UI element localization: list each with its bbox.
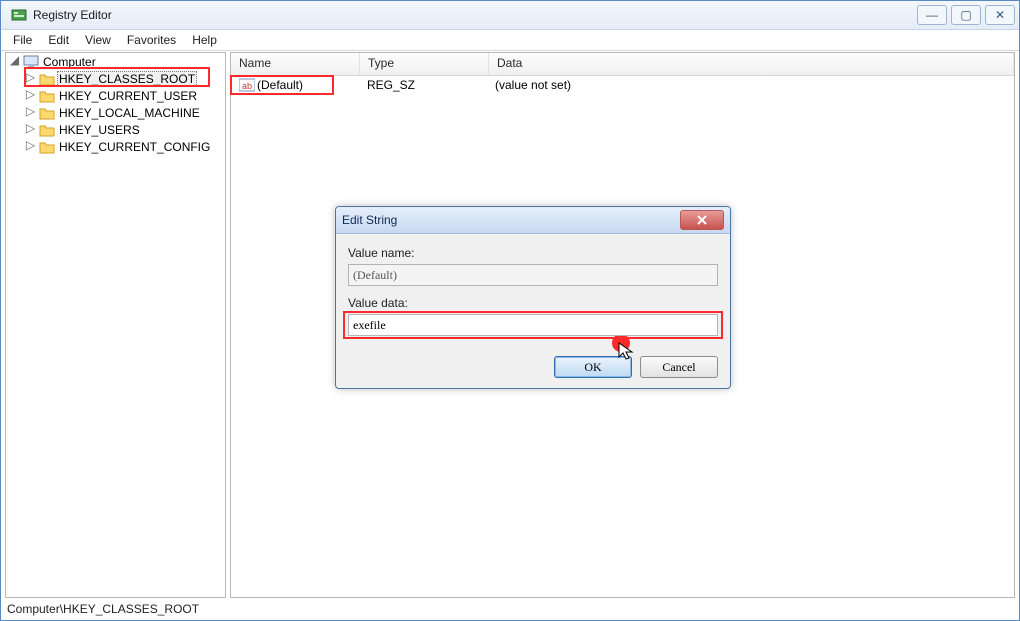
dialog-close-button[interactable]: [680, 210, 724, 230]
app-icon: [11, 7, 27, 23]
menu-edit[interactable]: Edit: [40, 31, 77, 49]
folder-icon: [39, 72, 55, 86]
expand-toggle-icon[interactable]: ▷: [24, 123, 37, 136]
registry-editor-window: Registry Editor — ▢ ✕ File Edit View Fav…: [0, 0, 1020, 621]
expand-toggle-icon[interactable]: ▷: [24, 140, 37, 153]
folder-icon: [39, 123, 55, 137]
ok-button[interactable]: OK: [554, 356, 632, 378]
minimize-button[interactable]: —: [917, 5, 947, 25]
status-bar: Computer\HKEY_CLASSES_ROOT: [3, 600, 1017, 618]
dialog-title-bar[interactable]: Edit String: [336, 207, 730, 234]
edit-string-dialog: Edit String Value name: Value data: OK C…: [335, 206, 731, 389]
value-row[interactable]: ab (Default) REG_SZ (value not set): [231, 76, 1014, 94]
string-value-icon: ab: [239, 78, 255, 92]
menu-help[interactable]: Help: [184, 31, 225, 49]
folder-icon: [39, 106, 55, 120]
dialog-title: Edit String: [342, 213, 680, 227]
cancel-button[interactable]: Cancel: [640, 356, 718, 378]
value-name-label: Value name:: [348, 246, 718, 260]
value-name: (Default): [257, 78, 303, 92]
value-name-input: [348, 264, 718, 286]
column-data[interactable]: Data: [489, 53, 1014, 75]
click-indicator-icon: [612, 334, 630, 352]
close-button[interactable]: ✕: [985, 5, 1015, 25]
window-title: Registry Editor: [33, 8, 913, 22]
tree-root-label[interactable]: Computer: [41, 55, 98, 69]
svg-text:ab: ab: [242, 81, 252, 91]
tree-panel[interactable]: ◢ Computer ▷ HKEY_CLASSES_ROOT: [5, 52, 226, 598]
folder-icon: [39, 140, 55, 154]
expand-toggle-icon[interactable]: ▷: [24, 89, 37, 102]
expand-toggle-icon[interactable]: ▷: [24, 106, 37, 119]
tree-item-hklm[interactable]: ▷ HKEY_LOCAL_MACHINE: [24, 104, 225, 121]
menu-view[interactable]: View: [77, 31, 119, 49]
tree-item-hkcr[interactable]: ▷ HKEY_CLASSES_ROOT: [24, 70, 225, 87]
expand-toggle-icon[interactable]: ◢: [8, 55, 21, 68]
folder-icon: [39, 89, 55, 103]
menu-bar: File Edit View Favorites Help: [1, 30, 1019, 51]
column-name[interactable]: Name: [231, 53, 360, 75]
value-data-label: Value data:: [348, 296, 718, 310]
tree-item-hku[interactable]: ▷ HKEY_USERS: [24, 121, 225, 138]
tree-item-hkcu[interactable]: ▷ HKEY_CURRENT_USER: [24, 87, 225, 104]
value-type: REG_SZ: [359, 78, 487, 92]
column-header[interactable]: Name Type Data: [231, 53, 1014, 76]
value-data: (value not set): [487, 78, 1014, 92]
computer-icon: [23, 55, 39, 69]
column-type[interactable]: Type: [360, 53, 489, 75]
value-data-input[interactable]: [348, 314, 718, 336]
expand-toggle-icon[interactable]: ▷: [24, 72, 37, 85]
status-path: Computer\HKEY_CLASSES_ROOT: [7, 602, 199, 616]
maximize-button[interactable]: ▢: [951, 5, 981, 25]
menu-file[interactable]: File: [5, 31, 40, 49]
title-bar[interactable]: Registry Editor — ▢ ✕: [1, 1, 1019, 30]
menu-favorites[interactable]: Favorites: [119, 31, 184, 49]
tree-item-hkcc[interactable]: ▷ HKEY_CURRENT_CONFIG: [24, 138, 225, 155]
